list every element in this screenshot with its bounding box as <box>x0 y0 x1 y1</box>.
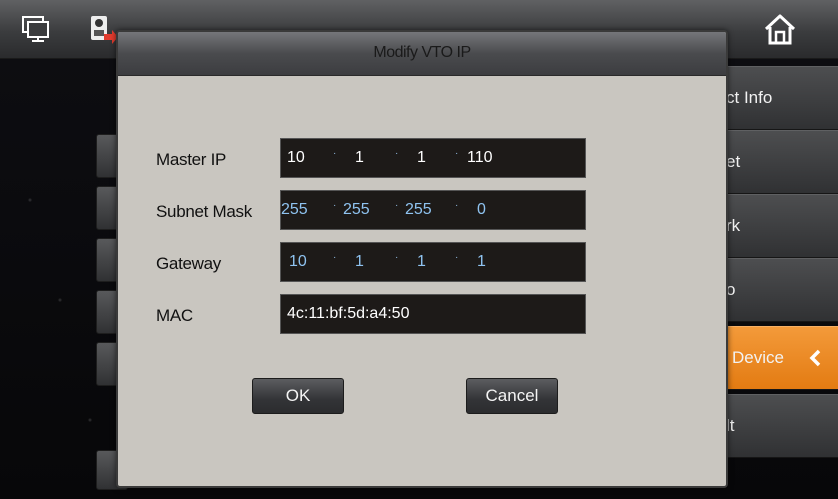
octet-separator: · <box>333 148 337 159</box>
master-ip-octet-4[interactable]: 110 <box>467 149 493 167</box>
gateway-octet-4[interactable]: 1 <box>477 253 486 271</box>
mac-field: 4c:11:bf:5d:a4:50 <box>280 294 586 334</box>
monitor-icon[interactable] <box>18 12 52 46</box>
sidebar-item-label: rk <box>726 216 741 235</box>
cancel-button[interactable]: Cancel <box>466 378 558 414</box>
subnet-mask-octet-3[interactable]: 255 <box>405 201 432 219</box>
master-ip-octet-3[interactable]: 1 <box>417 149 426 167</box>
dialog-header: Modify VTO IP <box>118 32 726 76</box>
octet-separator: · <box>395 200 399 211</box>
octet-separator: · <box>395 252 399 263</box>
octet-separator: · <box>395 148 399 159</box>
mac-label: MAC <box>156 306 193 325</box>
sidebar-item-label: ct Info <box>726 88 773 107</box>
home-icon[interactable] <box>762 12 798 46</box>
chevron-left-icon <box>809 349 821 367</box>
gateway-field[interactable]: 10 · 1 · 1 · 1 <box>280 242 586 282</box>
mac-value: 4c:11:bf:5d:a4:50 <box>287 305 410 322</box>
subnet-mask-octet-2[interactable]: 255 <box>343 201 370 219</box>
octet-separator: · <box>333 252 337 263</box>
subnet-mask-octet-4[interactable]: 0 <box>477 201 486 219</box>
master-ip-field[interactable]: 10 · 1 · 1 · 110 <box>280 138 586 178</box>
master-ip-label: Master IP <box>156 150 227 169</box>
octet-separator: · <box>333 200 337 211</box>
octet-separator: · <box>455 252 459 263</box>
device-transfer-icon[interactable] <box>86 12 120 46</box>
gateway-octet-3[interactable]: 1 <box>417 253 426 271</box>
gateway-octet-1[interactable]: 10 <box>289 253 307 271</box>
master-ip-octet-1[interactable]: 10 <box>287 149 305 167</box>
master-ip-octet-2[interactable]: 1 <box>355 149 364 167</box>
octet-separator: · <box>455 148 459 159</box>
sidebar-item-label: et <box>726 152 741 171</box>
gateway-label: Gateway <box>156 254 221 273</box>
gateway-octet-2[interactable]: 1 <box>355 253 364 271</box>
subnet-mask-label: Subnet Mask <box>156 202 252 221</box>
subnet-mask-field[interactable]: 255 · 255 · 255 · 0 <box>280 190 586 230</box>
dialog-title: Modify VTO IP <box>373 44 471 61</box>
ok-button[interactable]: OK <box>252 378 344 414</box>
modify-vto-ip-dialog: Modify VTO IP Master IP 10 · 1 · 1 · 110… <box>116 30 728 488</box>
octet-separator: · <box>455 200 459 211</box>
sidebar-item-label: Device <box>732 348 784 367</box>
subnet-mask-octet-1[interactable]: 255 <box>281 201 308 219</box>
